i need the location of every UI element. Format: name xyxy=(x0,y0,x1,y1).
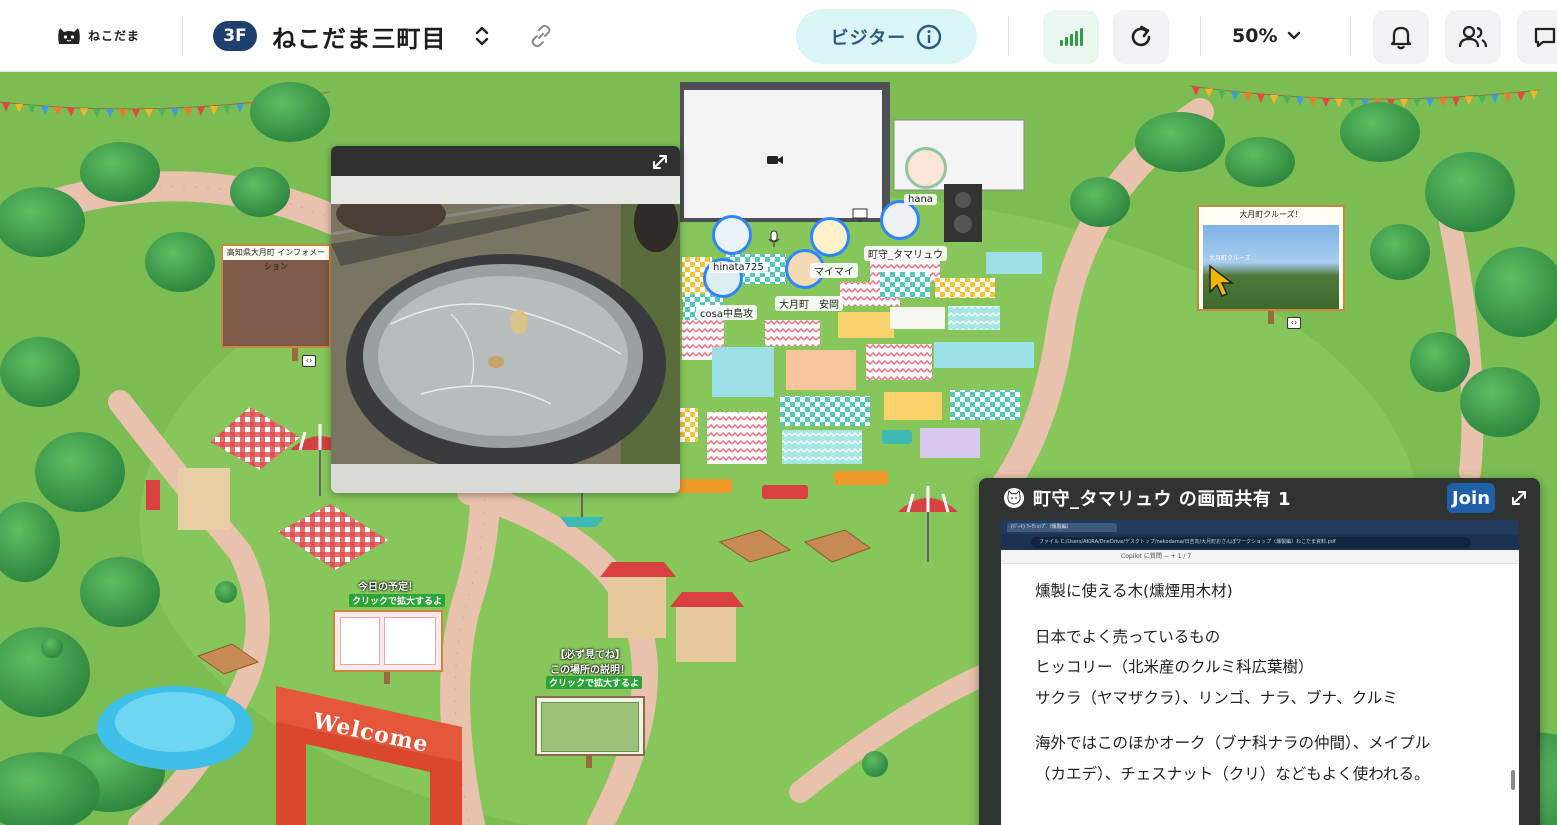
info-icon xyxy=(917,24,942,49)
notifications-button[interactable] xyxy=(1373,10,1429,64)
expand-icon[interactable] xyxy=(1509,488,1529,508)
browser-address-bar: ファイル C:/Users/AKIRA/OneDrive/デスクトップ/neko… xyxy=(1001,534,1519,550)
avatar-name: 大月町 安岡 xyxy=(775,296,843,311)
divider xyxy=(182,16,183,56)
embed-icon[interactable]: ‹› xyxy=(302,355,316,367)
video-camera-icon xyxy=(767,156,783,164)
video-frame xyxy=(331,192,680,474)
bell-icon xyxy=(1390,26,1412,50)
avatar-name: hana xyxy=(904,194,937,205)
users-icon xyxy=(1458,25,1488,48)
screen-share-panel[interactable]: 町守_タマリュウ の画面共有 1 Join (ﾊﾟｰﾄ) ﾜｰｸｼｮｯﾌﾟ（燻製… xyxy=(979,478,1540,825)
avatar-name: 町守_タマリュウ xyxy=(864,246,947,261)
explain-sub: クリックで拡大するよ xyxy=(546,676,643,689)
chat-button[interactable] xyxy=(1517,10,1557,64)
chevron-down-icon xyxy=(1288,31,1301,40)
members-button[interactable] xyxy=(1445,10,1501,64)
zoom-value: 50% xyxy=(1232,25,1278,47)
explain-board[interactable] xyxy=(535,696,645,756)
explain-caption-line2: この場所の説明！ xyxy=(550,665,630,676)
cruise-board-title: 大月町クルーズ！ xyxy=(1239,210,1303,219)
schedule-sheet xyxy=(340,617,381,665)
chevron-up-down-icon[interactable] xyxy=(471,22,493,50)
cruise-screen-text: 大月町クルーズ xyxy=(1209,255,1251,262)
cursor-pointer-icon xyxy=(1209,264,1234,297)
schedule-board[interactable] xyxy=(333,610,443,672)
monitor-icon xyxy=(852,208,868,222)
info-board-title: 高知県大月町 インフォメーション xyxy=(226,248,326,271)
divider xyxy=(1200,16,1201,56)
connection-quality-button[interactable] xyxy=(1043,10,1099,64)
zoom-dropdown[interactable]: 50% xyxy=(1232,20,1301,52)
chat-icon xyxy=(1534,27,1556,48)
schedule-sub: クリックで拡大するよ xyxy=(349,594,446,607)
divider xyxy=(1350,16,1351,56)
embed-icon[interactable]: ‹› xyxy=(1287,317,1301,329)
explain-caption: 【必ず見てね】 この場所の説明！ xyxy=(530,646,650,676)
browser-tab: (ﾊﾟｰﾄ) ﾜｰｸｼｮｯﾌﾟ（燻製編） xyxy=(1007,522,1117,532)
avatar-name: cosa中島攻 xyxy=(696,305,757,320)
divider xyxy=(1008,16,1009,56)
address-text: ファイル C:/Users/AKIRA/OneDrive/デスクトップ/neko… xyxy=(1031,536,1471,548)
doc-gap xyxy=(1035,713,1519,728)
doc-heading: 燻製に使える木(燻煙用木材) xyxy=(1035,582,1233,600)
cat-avatar-icon xyxy=(1004,488,1024,508)
pdf-toolbar: Copilot に質問 − + 1 / 7 xyxy=(1001,550,1519,564)
screen-share-title: 町守_タマリュウ の画面共有 1 xyxy=(1033,489,1292,510)
avatar[interactable] xyxy=(810,217,850,257)
doc-line: 海外ではこのほかオーク（ブナ科ナラの仲間）、メイプル xyxy=(1035,734,1431,752)
doc-line: サクラ（ヤマザクラ）、リンゴ、ナラ、ブナ、クルミ xyxy=(1035,688,1398,707)
doc-gap xyxy=(1035,607,1519,622)
expand-icon[interactable] xyxy=(650,152,670,172)
avatar[interactable] xyxy=(905,147,947,189)
top-bar: ねこだま 3F ねこだま三町目 ビジター 50% xyxy=(0,0,1557,72)
join-button[interactable]: Join xyxy=(1447,483,1495,513)
video-popup[interactable] xyxy=(331,146,680,493)
signal-bars-icon xyxy=(1060,28,1083,46)
pdf-document: 燻製に使える木(燻煙用木材) 日本でよく売っているもの ヒッコリー（北米産のクル… xyxy=(1001,564,1519,789)
avatar[interactable] xyxy=(712,215,752,255)
space-name[interactable]: ねこだま三町目 xyxy=(272,19,447,54)
floor-badge[interactable]: 3F xyxy=(213,21,257,51)
logo-text: ねこだま xyxy=(88,28,140,43)
browser-tabs: (ﾊﾟｰﾄ) ﾜｰｸｼｮｯﾌﾟ（燻製編） xyxy=(1001,520,1519,534)
doc-line: （カエデ）、チェスナット（クリ）などもよく使われる。 xyxy=(1035,764,1430,783)
visitor-button[interactable]: ビジター xyxy=(796,9,977,64)
doc-line: ヒッコリー（北米産のクルミ科広葉樹） xyxy=(1035,658,1314,676)
visitor-label: ビジター xyxy=(830,27,907,49)
microphone-icon xyxy=(768,230,780,247)
explain-board-map xyxy=(541,702,639,752)
link-icon[interactable] xyxy=(528,23,554,49)
app-logo[interactable]: ねこだま xyxy=(56,24,140,46)
reload-icon xyxy=(1131,25,1151,47)
reload-button[interactable] xyxy=(1113,10,1169,64)
app-root: ねこだま 3F ねこだま三町目 ビジター 50% 高知県大月町 インフォメーショ… xyxy=(0,0,1557,825)
explain-caption-line1: 【必ず見てね】 xyxy=(555,650,625,661)
schedule-caption: 今日の予定！ xyxy=(358,582,418,593)
video-still xyxy=(331,192,680,474)
scrollbar-thumb[interactable] xyxy=(1511,770,1515,790)
info-board[interactable]: 高知県大月町 インフォメーション xyxy=(221,244,331,348)
video-popup-toolbar xyxy=(331,176,680,204)
virtual-space-map[interactable]: 高知県大月町 インフォメーション ‹› 大月町クルーズ！ 大月町クルーズ ‹› … xyxy=(0,72,1557,825)
video-popup-header xyxy=(331,146,680,176)
doc-line: 日本でよく売っているもの xyxy=(1035,627,1221,646)
avatar-name: マイマイ xyxy=(810,263,858,278)
screen-share-header: 町守_タマリュウ の画面共有 1 Join xyxy=(979,478,1540,518)
cat-logo-icon xyxy=(58,28,80,44)
shared-screen: (ﾊﾟｰﾄ) ﾜｰｸｼｮｯﾌﾟ（燻製編） ファイル C:/Users/AKIRA… xyxy=(1001,520,1519,825)
schedule-board-content xyxy=(335,612,441,670)
avatar[interactable] xyxy=(880,200,920,240)
avatar-name: hinata725 xyxy=(709,262,768,273)
schedule-sheet xyxy=(384,617,436,665)
